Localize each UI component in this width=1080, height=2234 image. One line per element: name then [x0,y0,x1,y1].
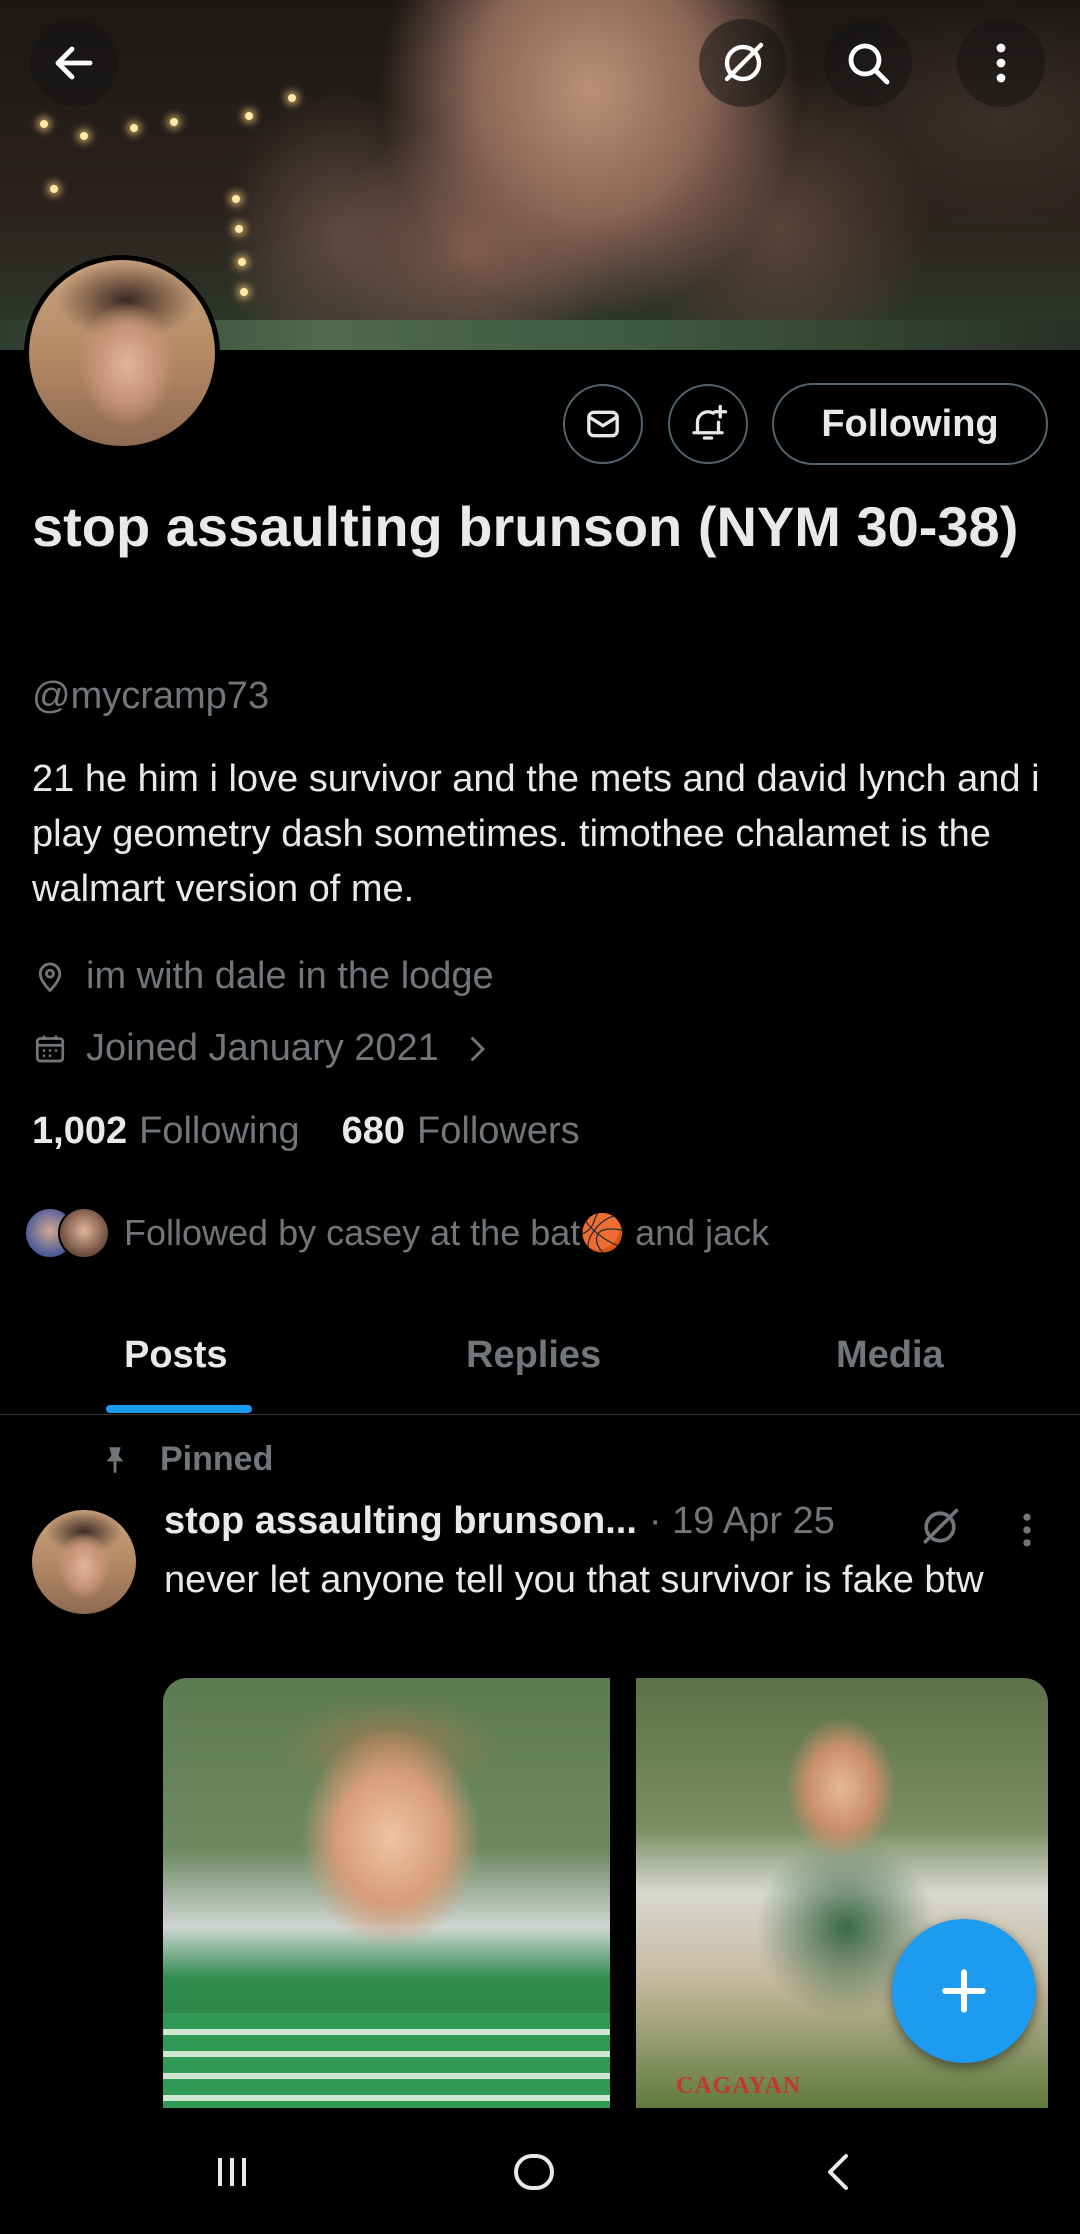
system-navigation-bar [0,2108,1080,2234]
display-name: stop assaulting brunson (NYM 30-38) [32,495,1019,558]
striped-shirt-shape [163,2013,610,2108]
tab-media[interactable]: Media [836,1334,944,1377]
calendar-icon [35,1035,65,1062]
tab-replies[interactable]: Replies [466,1334,601,1377]
mail-icon [587,410,619,438]
string-light [232,195,240,203]
string-light [40,120,48,128]
follow-counts: 1,002 Following 680 Followers [32,1110,580,1153]
grok-button[interactable] [699,19,787,107]
handle: @mycramp73 [32,675,270,717]
plus-icon [942,1969,986,2013]
post-date[interactable]: · 19 Apr 25 [649,1500,835,1543]
post-author-name[interactable]: stop assaulting brunson... [164,1500,637,1543]
image-caption: CAGAYAN [676,2073,802,2099]
string-light [288,94,296,102]
string-light [238,258,246,266]
follower-avatar [58,1207,110,1259]
more-options-button[interactable] [957,19,1045,107]
followers-label: Followers [417,1110,580,1152]
post-header: stop assaulting brunson... · 19 Apr 25 [164,1500,835,1543]
string-light [235,225,243,233]
grok-icon [724,42,764,82]
string-light [245,112,253,120]
followers-count-link[interactable]: 680 Followers [342,1110,580,1153]
message-button[interactable] [563,384,643,464]
post-image[interactable] [163,1678,610,2108]
location-pin-icon [38,962,62,992]
string-light [240,288,248,296]
string-light [130,124,138,132]
pinned-label: Pinned [160,1440,274,1478]
followed-by-text: Followed by casey at the bat🏀 and jack [124,1212,770,1253]
following-label: Following [139,1110,300,1152]
string-light [80,132,88,140]
location-text: im with dale in the lodge [86,955,494,997]
following-count: 1,002 [32,1110,128,1152]
compose-post-button[interactable] [892,1919,1036,2063]
following-button[interactable]: Following [772,383,1048,465]
profile-avatar[interactable] [24,255,220,451]
tab-posts[interactable]: Posts [124,1334,227,1377]
string-light [50,185,58,193]
grok-icon[interactable] [918,1505,962,1549]
post-author-avatar[interactable] [32,1510,136,1614]
home-icon[interactable] [510,2148,558,2196]
joined-row[interactable]: Joined January 2021 [32,1027,495,1070]
search-button[interactable] [824,19,912,107]
post-more-icon[interactable] [1010,1508,1044,1552]
notifications-button[interactable] [668,384,748,464]
profile-tabs: Posts Replies Media [0,1318,1080,1415]
pin-icon [106,1446,124,1473]
search-icon [848,43,890,85]
chevron-right-icon [470,1036,485,1061]
pinned-label-row: Pinned [98,1440,273,1479]
recent-apps-icon[interactable] [208,2148,256,2196]
following-count-link[interactable]: 1,002 Following [32,1110,300,1153]
string-light [170,118,178,126]
arrow-left-icon [55,46,93,80]
joined-text: Joined January 2021 [86,1027,439,1069]
followed-by-row[interactable]: Followed by casey at the bat🏀 and jack [24,1207,769,1259]
back-button[interactable] [30,19,118,107]
bell-plus-icon [692,404,728,440]
bio: 21 he him i love survivor and the mets a… [32,758,1040,910]
followers-count: 680 [341,1110,406,1152]
active-tab-indicator [106,1405,252,1413]
more-vertical-icon [996,43,1006,83]
post-text: never let anyone tell you that survivor … [164,1559,984,1601]
location-row: im with dale in the lodge [32,955,494,998]
back-nav-icon[interactable] [816,2148,864,2196]
